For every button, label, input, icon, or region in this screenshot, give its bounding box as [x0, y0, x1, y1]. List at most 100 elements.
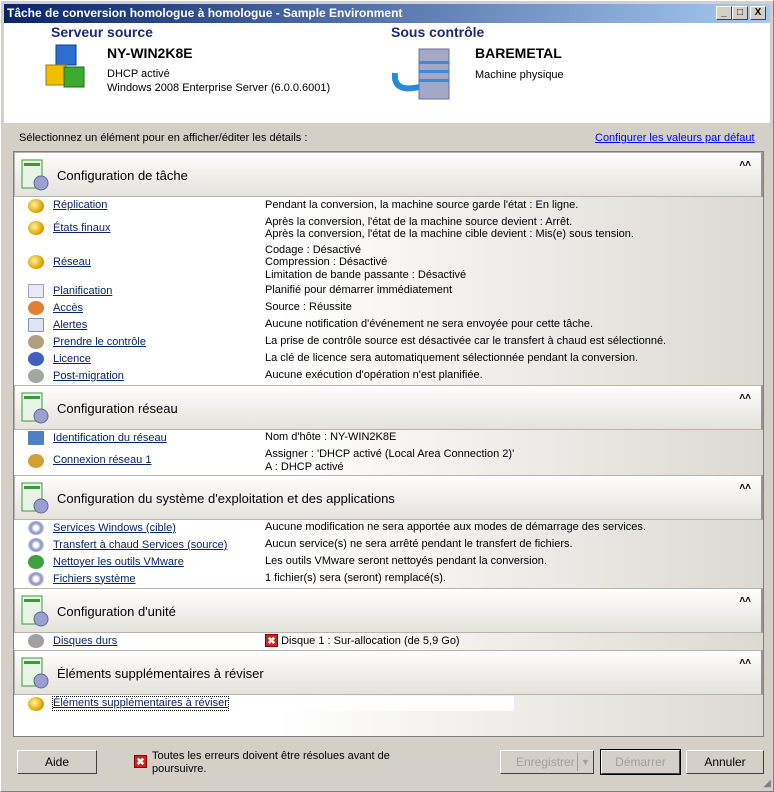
list-item: Fichiers système 1 fichier(s) sera (seron…	[14, 571, 763, 588]
item-link[interactable]: Planification	[53, 285, 112, 298]
detail-line: Limitation de bande passante : Désactivé	[265, 268, 467, 281]
item-link[interactable]: Licence	[53, 353, 91, 366]
detail-line: Aucune exécution d'opération n'est plani…	[265, 369, 483, 381]
item-link[interactable]: Éléments supplémentaires à réviser	[52, 696, 229, 711]
item-link[interactable]: Réplication	[53, 199, 107, 212]
configure-defaults-link[interactable]: Configurer les valeurs par défaut	[595, 132, 755, 144]
close-button[interactable]: X	[750, 6, 766, 20]
item-link[interactable]: Disques durs	[53, 635, 117, 648]
section-gear-icon	[21, 392, 49, 423]
row-label-cell: Connexion réseau 1	[14, 448, 264, 473]
item-link[interactable]: Nettoyer les outils VMware	[53, 556, 184, 569]
item-link[interactable]: Accès	[53, 302, 83, 315]
item-link[interactable]: Services Windows (cible)	[53, 522, 176, 535]
detail-line: Après la conversion, l'état de la machin…	[265, 228, 634, 240]
disk-icon	[28, 634, 44, 648]
section-title: Configuration d'unité	[57, 603, 176, 619]
collapse-icon[interactable]: ˄˄	[739, 159, 751, 170]
detail-line: Nom d'hôte : NY-WIN2K8E	[265, 431, 397, 443]
row-label-cell: Disques durs	[14, 634, 264, 648]
detail-line: La clé de licence sera automatiquement s…	[265, 352, 639, 364]
resize-grip[interactable]: ◢	[763, 778, 771, 789]
section-header[interactable]: Configuration d'unité ˄˄	[14, 587, 763, 633]
detail-line: Aucune notification d'événement ne sera …	[265, 318, 594, 330]
item-link[interactable]: Réseau	[53, 256, 91, 269]
network-card-icon	[28, 431, 44, 445]
list-item: États finaux Après la conversion, l'état …	[14, 214, 763, 242]
list-item: Post-migration Aucune exécution d'opérati…	[14, 368, 763, 385]
list-item: Accès Source : Réussite	[14, 300, 763, 317]
detail-line: Planifié pour démarrer immédiatement	[265, 284, 453, 296]
detail-line: 1 fichier(s) sera (seront) remplacé(s).	[265, 572, 446, 584]
list-item: Alertes Aucune notification d'événement n…	[14, 317, 763, 334]
row-label-cell: Alertes	[14, 318, 264, 332]
item-link[interactable]: Prendre le contrôle	[53, 336, 146, 349]
maximize-button[interactable]: □	[732, 6, 748, 20]
section-title: Configuration de tâche	[57, 168, 188, 183]
source-os: Windows 2008 Enterprise Server (6.0.0.60…	[107, 82, 331, 94]
gear-icon	[28, 521, 44, 535]
source-name: NY-WIN2K8E	[107, 45, 193, 61]
row-detail-cell: Aucune modification ne sera apportée aux…	[264, 521, 763, 535]
row-label-cell: Identification du réseau	[14, 431, 264, 445]
item-link[interactable]: États finaux	[53, 222, 110, 235]
detail-line: Compression : Désactivé	[265, 256, 388, 268]
detail-line: Source : Réussite	[265, 301, 352, 313]
item-link[interactable]: Post-migration	[53, 370, 124, 383]
row-detail-cell: Après la conversion, l'état de la machin…	[264, 216, 763, 241]
section-header[interactable]: Configuration réseau ˄˄	[14, 384, 763, 430]
cancel-button[interactable]: Annuler	[686, 750, 764, 774]
row-detail-cell: Planifié pour démarrer immédiatement	[264, 284, 763, 298]
list-item: Identification du réseau Nom d'hôte : NY-…	[14, 430, 763, 447]
gold-gear-icon	[28, 696, 44, 711]
section-title: Configuration du système d'exploitation …	[57, 490, 395, 506]
collapse-icon[interactable]: ˄˄	[739, 595, 751, 606]
collapse-icon[interactable]: ˄˄	[739, 392, 751, 403]
title-bar: Tâche de conversion homologue à homologu…	[4, 4, 770, 23]
help-button[interactable]: Aide	[17, 750, 97, 774]
window-title: Tâche de conversion homologue à homologu…	[7, 6, 403, 20]
row-label-cell: Nettoyer les outils VMware	[14, 555, 264, 569]
row-label-cell: Transfert à chaud Services (source)	[14, 538, 264, 552]
item-link[interactable]: Fichiers système	[53, 573, 136, 586]
script-icon	[28, 369, 44, 383]
row-detail-cell: La clé de licence sera automatiquement s…	[264, 352, 763, 366]
row-detail-cell: Aucun service(s) ne sera arrêté pendant …	[264, 538, 763, 552]
section-header[interactable]: Configuration de tâche ˄˄	[14, 152, 763, 197]
start-button[interactable]: Démarrer	[600, 749, 681, 775]
detail-line: Disque 1 : Sur-allocation (de 5,9 Go)	[281, 635, 460, 647]
collapse-icon[interactable]: ˄˄	[739, 482, 751, 493]
collapse-icon[interactable]: ˄˄	[739, 657, 751, 668]
section-header[interactable]: Éléments supplémentaires à réviser ˄˄	[14, 649, 763, 695]
error-icon: ✖	[134, 755, 147, 768]
error-message: Toutes les erreurs doivent être résolues…	[152, 750, 390, 775]
section-gear-icon	[21, 482, 49, 513]
item-link[interactable]: Identification du réseau	[53, 432, 167, 445]
save-button[interactable]: Enregistrer ▼	[500, 750, 594, 774]
source-label: Serveur source	[51, 24, 153, 40]
section-title: Configuration réseau	[57, 400, 178, 416]
error-icon: ✖	[265, 634, 278, 647]
section-title: Éléments supplémentaires à réviser	[57, 665, 264, 681]
minimize-button[interactable]: _	[716, 6, 732, 20]
target-label: Sous contrôle	[391, 24, 485, 40]
detail-line: Pendant la conversion, la machine source…	[265, 198, 579, 211]
row-detail-cell: Les outils VMware seront nettoyés pendan…	[264, 555, 763, 569]
save-label: Enregistrer	[516, 755, 575, 769]
detail-line: Codage : Désactivé	[265, 243, 361, 256]
save-dropdown-icon[interactable]: ▼	[577, 753, 593, 771]
row-detail-cell: Codage : Désactivé Compression : Désactiv…	[264, 244, 763, 282]
item-link[interactable]: Transfert à chaud Services (source)	[53, 539, 227, 552]
section-header[interactable]: Configuration du système d'exploitation …	[14, 474, 763, 520]
list-item: Nettoyer les outils VMware Les outils VMw…	[14, 554, 763, 571]
section-gear-icon	[21, 159, 49, 191]
row-detail-cell: Assigner : 'DHCP activé (Local Area Conn…	[264, 448, 763, 473]
row-label-cell: Fichiers système	[14, 572, 264, 586]
envelope-icon	[28, 318, 44, 332]
list-item: Prendre le contrôle La prise de contrôle …	[14, 334, 763, 351]
row-label-cell: Accès	[14, 301, 264, 315]
item-link[interactable]: Connexion réseau 1	[53, 454, 151, 467]
item-link[interactable]: Alertes	[53, 319, 87, 332]
list-item: Réplication Pendant la conversion, la mac…	[14, 197, 763, 214]
section-gear-icon	[21, 657, 49, 688]
